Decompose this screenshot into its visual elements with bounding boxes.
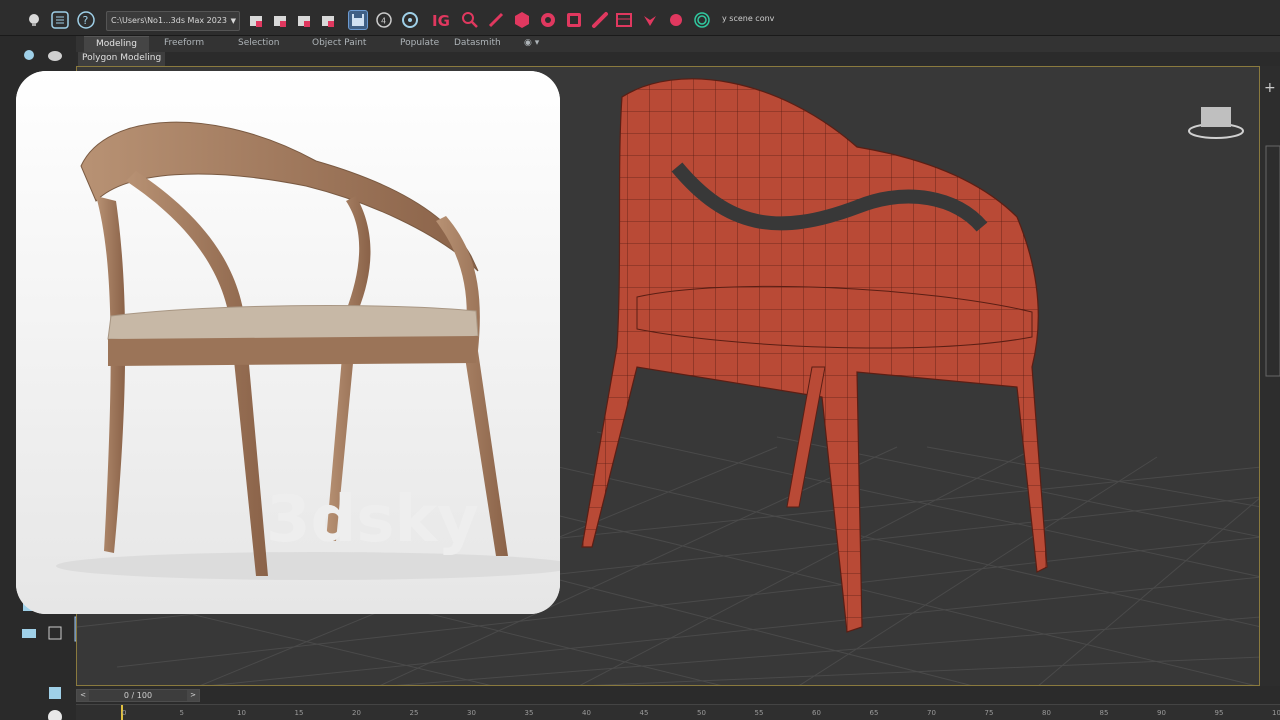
svg-text:+: +: [1264, 80, 1276, 96]
snap-icon[interactable]: 4: [374, 10, 394, 30]
heart-icon[interactable]: [640, 10, 660, 30]
camera-icon[interactable]: [20, 624, 38, 642]
next-frame-icon[interactable]: >: [187, 690, 199, 701]
settings-icon[interactable]: [512, 10, 532, 30]
timeline-tick-label: 5: [179, 709, 184, 717]
project-path-text: C:\Users\No1...3ds Max 2023: [111, 16, 227, 25]
scene-explorer-icon[interactable]: [20, 46, 38, 64]
prev-frame-icon[interactable]: <: [77, 690, 89, 701]
timeline-tick-label: 90: [1157, 709, 1166, 717]
timeline-tick-label: 45: [639, 709, 649, 717]
viewcube-icon[interactable]: [1187, 103, 1245, 143]
timeline-tick-label: 95: [1214, 709, 1224, 717]
frame-display: 0 / 100: [123, 691, 153, 700]
timeline-tick-label: 35: [524, 709, 534, 717]
keyframe-icon[interactable]: [46, 684, 64, 702]
autokey-icon[interactable]: [46, 708, 64, 720]
timeline-tick-label: 60: [812, 709, 821, 717]
save-icon[interactable]: [348, 10, 368, 30]
tab-datasmith[interactable]: Datasmith: [442, 36, 513, 52]
ribbon-tabs: Modeling Freeform Selection Object Paint…: [0, 36, 1280, 52]
svg-text:?: ?: [83, 14, 89, 27]
svg-text:IG: IG: [432, 12, 450, 29]
frame-icon[interactable]: [614, 10, 634, 30]
group-icon[interactable]: [318, 11, 338, 31]
command-panel[interactable]: +: [1260, 66, 1280, 686]
project-path-dropdown[interactable]: C:\Users\No1...3ds Max 2023 ▼: [106, 11, 240, 31]
reference-image: 3dsky: [16, 71, 560, 614]
brush-icon[interactable]: [486, 10, 506, 30]
main-toolbar: ? C:\Users\No1...3ds Max 2023 ▼ 4 IG y s…: [0, 0, 1280, 36]
timeline-tick-label: 55: [754, 709, 764, 717]
timeline-tick-label: 75: [984, 709, 994, 717]
bind-icon[interactable]: [294, 11, 314, 31]
time-slider[interactable]: < 0 / 100 >: [76, 689, 200, 702]
timeline-tick-label: 30: [467, 709, 476, 717]
timeline-tick-label: 80: [1042, 709, 1051, 717]
tab-modeling[interactable]: Modeling: [84, 36, 149, 52]
ribbon-options-icon[interactable]: ◉ ▾: [512, 36, 551, 52]
chevron-down-icon: ▼: [230, 17, 236, 25]
tab-object-paint[interactable]: Object Paint: [300, 36, 378, 52]
timeline-tick-label: 15: [294, 709, 304, 717]
search-icon[interactable]: [460, 10, 480, 30]
timeline-tick-label: 100: [1272, 709, 1280, 717]
timeline-tick-label: 65: [869, 709, 879, 717]
sub-ribbon: [0, 52, 1280, 66]
timeline-tick-label: 70: [927, 709, 936, 717]
timeline-tick-label: 40: [582, 709, 591, 717]
timeline-tick-label: 20: [352, 709, 361, 717]
timeline-ruler[interactable]: 0 5 10 15 20 25 30 35 40 45 50 55 60 65 70 75 80 85 90 95 10…: [76, 704, 1280, 720]
chain-icon[interactable]: [590, 10, 610, 30]
tab-selection[interactable]: Selection: [226, 36, 291, 52]
chair-mesh: [581, 78, 1048, 633]
fingerprint-icon[interactable]: [692, 10, 712, 30]
render-icon[interactable]: [564, 10, 584, 30]
ig-icon[interactable]: IG: [432, 10, 452, 30]
shapes-icon[interactable]: [46, 624, 64, 642]
timeline-bar: [76, 686, 1280, 704]
unlink-icon[interactable]: [270, 11, 290, 31]
scene-converter-label: y scene conv: [722, 14, 775, 23]
link-icon[interactable]: [246, 11, 266, 31]
gear-icon[interactable]: [538, 10, 558, 30]
list-icon[interactable]: [50, 10, 70, 30]
refresh-icon[interactable]: [400, 10, 420, 30]
bulb-icon[interactable]: [24, 10, 44, 30]
help-icon[interactable]: ?: [76, 10, 96, 30]
watermark-text: 3dsky: [266, 483, 479, 557]
teapot-icon[interactable]: [46, 46, 64, 64]
timeline-tick-label: 0: [122, 709, 127, 717]
star-icon[interactable]: [666, 10, 686, 30]
svg-text:4: 4: [381, 17, 386, 26]
timeline-tick-label: 85: [1099, 709, 1109, 717]
polygon-modeling-label[interactable]: Polygon Modeling: [78, 52, 166, 66]
timeline-tick-label: 25: [409, 709, 419, 717]
timeline-tick-label: 10: [237, 709, 246, 717]
timeline-tick-label: 50: [697, 709, 706, 717]
tab-freeform[interactable]: Freeform: [152, 36, 216, 52]
